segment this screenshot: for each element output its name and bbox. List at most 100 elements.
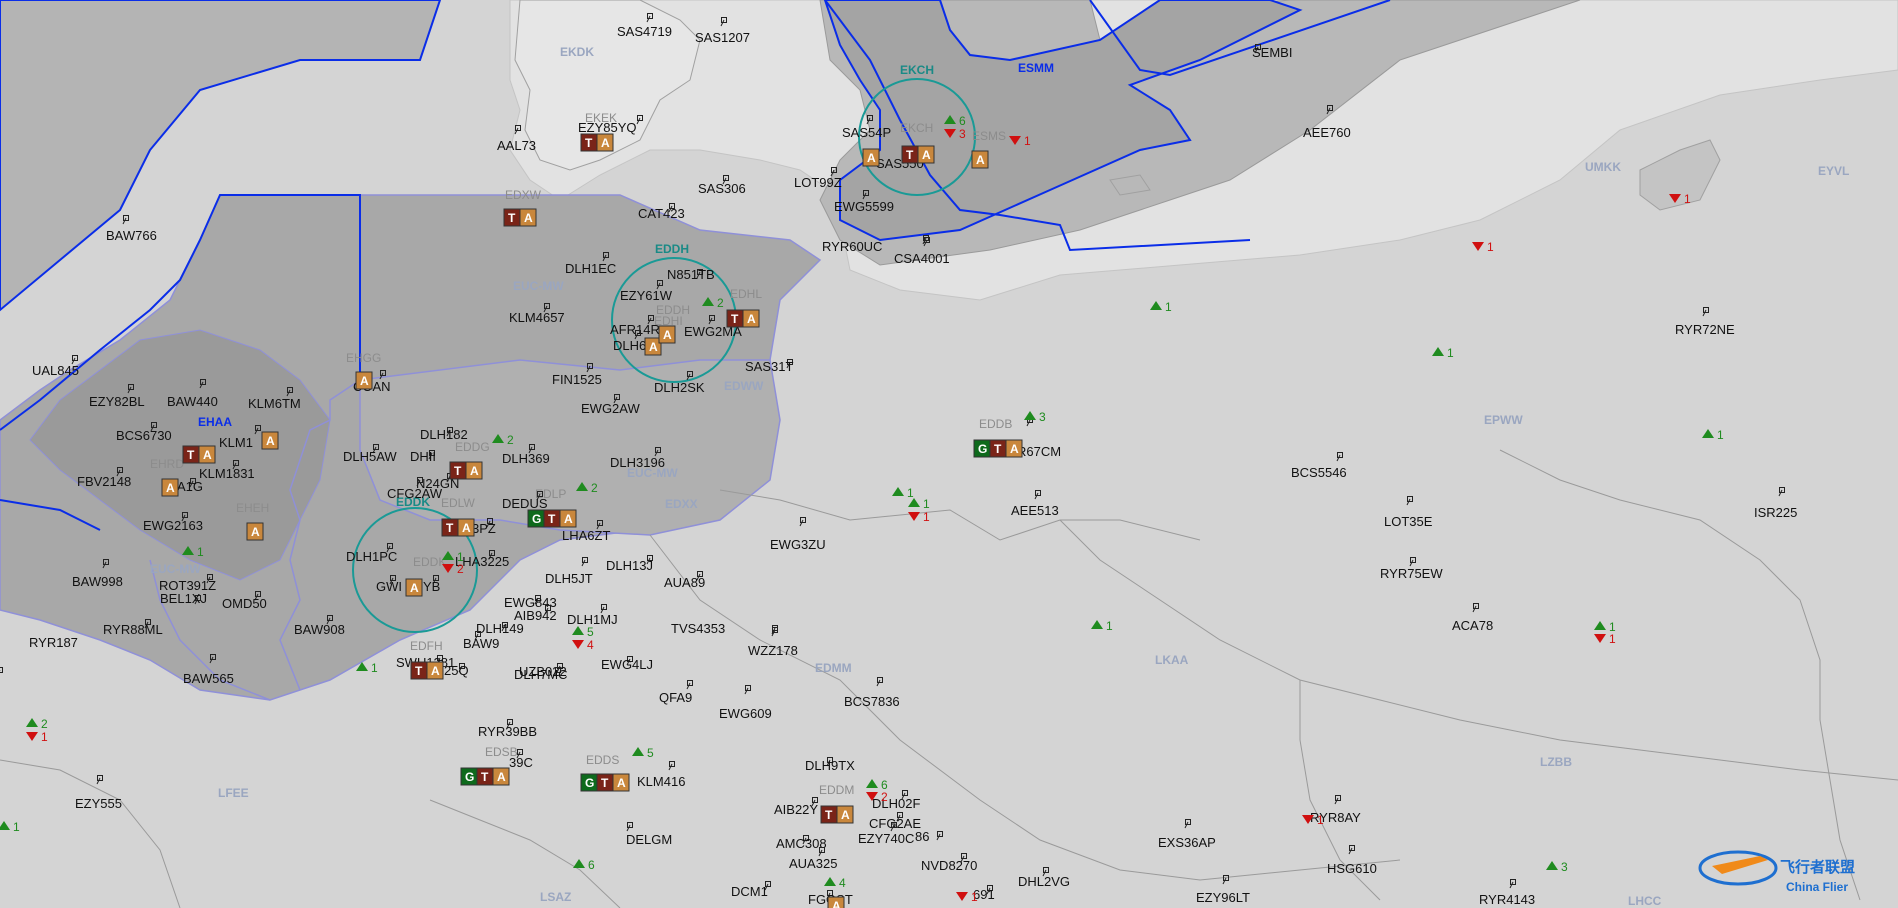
aircraft-dlh149[interactable]: DLH149 xyxy=(476,621,524,636)
aircraft-callsign[interactable]: DLH5AW xyxy=(343,449,397,464)
aircraft-callsign[interactable]: AFR14R xyxy=(610,322,660,337)
aircraft-callsign[interactable]: BCS5546 xyxy=(1291,465,1347,480)
atc-tag-a[interactable]: A xyxy=(246,522,264,541)
aircraft-callsign[interactable]: RYR75EW xyxy=(1380,566,1443,581)
aircraft-callsign[interactable]: N851TB xyxy=(667,267,715,282)
aircraft-callsign[interactable]: ISR225 xyxy=(1754,505,1797,520)
aircraft-callsign[interactable]: DHL2VG xyxy=(1018,874,1070,889)
aircraft-callsign[interactable]: HSG610 xyxy=(1327,861,1377,876)
atc-tag-a[interactable]: A xyxy=(827,896,845,908)
aircraft-callsign[interactable]: DLH02F xyxy=(872,796,920,811)
atc-tag-ta[interactable]: TA xyxy=(726,309,760,328)
aircraft-callsign[interactable]: 86 xyxy=(915,829,929,844)
aircraft-callsign[interactable]: EZY82BL xyxy=(89,394,145,409)
aircraft-callsign[interactable]: FIN1525 xyxy=(552,372,602,387)
aircraft-callsign[interactable]: QFA9 xyxy=(659,690,692,705)
aircraft-callsign[interactable]: DELGM xyxy=(626,832,672,847)
aircraft-callsign[interactable]: EZY555 xyxy=(75,796,122,811)
aircraft-callsign[interactable]: EWG4LJ xyxy=(601,657,653,672)
atc-tag-a[interactable]: A xyxy=(862,148,880,167)
aircraft-yb[interactable]: YB xyxy=(423,575,440,595)
atc-tag-gta[interactable]: GTA xyxy=(973,439,1023,458)
aircraft-callsign[interactable]: RYR39BB xyxy=(478,724,537,739)
aircraft-n851tb[interactable]: N851TB xyxy=(667,267,715,282)
aircraft-dlh182[interactable]: DLH182 xyxy=(420,427,468,442)
atc-tag-ta[interactable]: TA xyxy=(441,518,475,537)
aircraft-callsign[interactable]: SAS1207 xyxy=(695,30,750,45)
atc-tag-a[interactable]: A xyxy=(658,325,676,344)
aircraft-a1g[interactable]: A1G xyxy=(177,478,203,495)
aircraft-dcm1[interactable]: DCM1 xyxy=(731,881,771,900)
aircraft-sas31t[interactable]: SAS31T xyxy=(745,359,793,374)
aircraft-callsign[interactable]: WZZ178 xyxy=(748,643,798,658)
atc-tag-ta[interactable]: TA xyxy=(901,145,935,164)
aircraft-callsign[interactable]: RYR72NE xyxy=(1675,322,1735,337)
aircraft-callsign[interactable]: RYR60UC xyxy=(822,239,882,254)
aircraft-callsign[interactable]: CSA4001 xyxy=(894,251,950,266)
aircraft-callsign[interactable]: EZY96LT xyxy=(1196,890,1250,905)
aircraft-callsign[interactable]: SAS54P xyxy=(842,125,891,140)
aircraft-callsign[interactable]: LOT35E xyxy=(1384,514,1433,529)
aircraft-callsign[interactable]: SAS4719 xyxy=(617,24,672,39)
aircraft-callsign[interactable]: KLM1 xyxy=(219,435,253,450)
aircraft-callsign[interactable]: RYR88ML xyxy=(103,622,163,637)
aircraft-ryr88ml[interactable]: RYR88ML xyxy=(103,619,163,638)
aircraft-callsign[interactable]: SEMBI xyxy=(1252,45,1292,60)
aircraft-callsign[interactable]: LOT99Z xyxy=(794,175,842,190)
aircraft-callsign[interactable]: BEL1XJ xyxy=(160,591,207,606)
aircraft-callsign[interactable]: CFG2AW xyxy=(387,486,443,501)
aircraft-callsign[interactable]: KLM6TM xyxy=(248,396,301,411)
atc-tag-ta[interactable]: TA xyxy=(580,133,614,152)
aircraft-callsign[interactable]: DLH2SK xyxy=(654,380,705,395)
aircraft-callsign[interactable]: UAL845 xyxy=(32,363,79,378)
aircraft-callsign[interactable]: DEDUS xyxy=(502,496,548,511)
aircraft-callsign[interactable]: EZY61W xyxy=(620,288,673,303)
aircraft-callsign[interactable]: EWG2163 xyxy=(143,518,203,533)
aircraft-callsign[interactable]: BAW908 xyxy=(294,622,345,637)
aircraft-callsign[interactable]: SAS31T xyxy=(745,359,793,374)
atc-tag-ta[interactable]: TA xyxy=(820,805,854,824)
aircraft-callsign[interactable]: FBV2148 xyxy=(77,474,131,489)
aircraft-callsign[interactable]: 25Q xyxy=(444,663,469,678)
atc-tag-gta[interactable]: GTA xyxy=(527,509,577,528)
aircraft-callsign[interactable]: A1G xyxy=(177,479,203,494)
aircraft-callsign[interactable]: R67CM xyxy=(1017,444,1061,459)
aircraft-bel1xj[interactable]: BEL1XJ xyxy=(160,591,207,606)
aircraft-callsign[interactable]: CAT423 xyxy=(638,206,685,221)
aircraft-callsign[interactable]: NVD8270 xyxy=(921,858,977,873)
aircraft-sembi[interactable]: SEMBI xyxy=(1252,44,1292,61)
aircraft-callsign[interactable]: AEE760 xyxy=(1303,125,1351,140)
aircraft-callsign[interactable]: BAW766 xyxy=(106,228,157,243)
aircraft-callsign[interactable]: DLH9TX xyxy=(805,758,855,773)
aircraft-dhii[interactable]: DHII xyxy=(410,449,436,464)
aircraft-callsign[interactable]: CFG2AE xyxy=(869,816,921,831)
aircraft-cfg2ae[interactable]: CFG2AE xyxy=(869,812,921,832)
aircraft-cat423[interactable]: CAT423 xyxy=(638,203,685,222)
aircraft-callsign[interactable]: EWG2AW xyxy=(581,401,640,416)
aircraft-callsign[interactable]: 3PZ xyxy=(472,521,496,536)
aircraft-callsign[interactable]: DLH182 xyxy=(420,427,468,442)
aircraft-callsign[interactable]: DLH369 xyxy=(502,451,550,466)
aircraft-callsign[interactable]: DLH3196 xyxy=(610,455,665,470)
atc-tag-a[interactable]: A xyxy=(971,150,989,169)
aircraft-callsign[interactable]: DLH13J xyxy=(606,558,653,573)
aircraft-gwi[interactable]: GWI xyxy=(376,575,402,595)
aircraft-ewg4lj[interactable]: EWG4LJ xyxy=(601,656,653,673)
atc-tag-gta[interactable]: GTA xyxy=(580,773,630,792)
aircraft-callsign[interactable]: EZY85YQ xyxy=(578,120,637,135)
aircraft-callsign[interactable]: SAS306 xyxy=(698,181,746,196)
aircraft-callsign[interactable]: BAW565 xyxy=(183,671,234,686)
atc-tag-ta[interactable]: TA xyxy=(182,445,216,464)
aircraft-callsign[interactable]: DLH149 xyxy=(476,621,524,636)
aircraft-callsign[interactable]: AUA89 xyxy=(664,575,705,590)
aircraft-callsign[interactable]: GWI xyxy=(376,579,402,594)
atc-tag-a[interactable]: A xyxy=(161,478,179,497)
aircraft-callsign[interactable]: YB xyxy=(423,579,440,594)
aircraft-callsign[interactable]: EXS36AP xyxy=(1158,835,1216,850)
aircraft-e3pz[interactable]: 3PZ xyxy=(472,518,496,537)
aircraft-x25q[interactable]: 25Q xyxy=(444,663,469,678)
aircraft-callsign[interactable]: AAL73 xyxy=(497,138,536,153)
aircraft-callsign[interactable]: DCM1 xyxy=(731,884,768,899)
atc-tag-ta[interactable]: TA xyxy=(449,461,483,480)
aircraft-callsign[interactable]: ACA78 xyxy=(1452,618,1493,633)
